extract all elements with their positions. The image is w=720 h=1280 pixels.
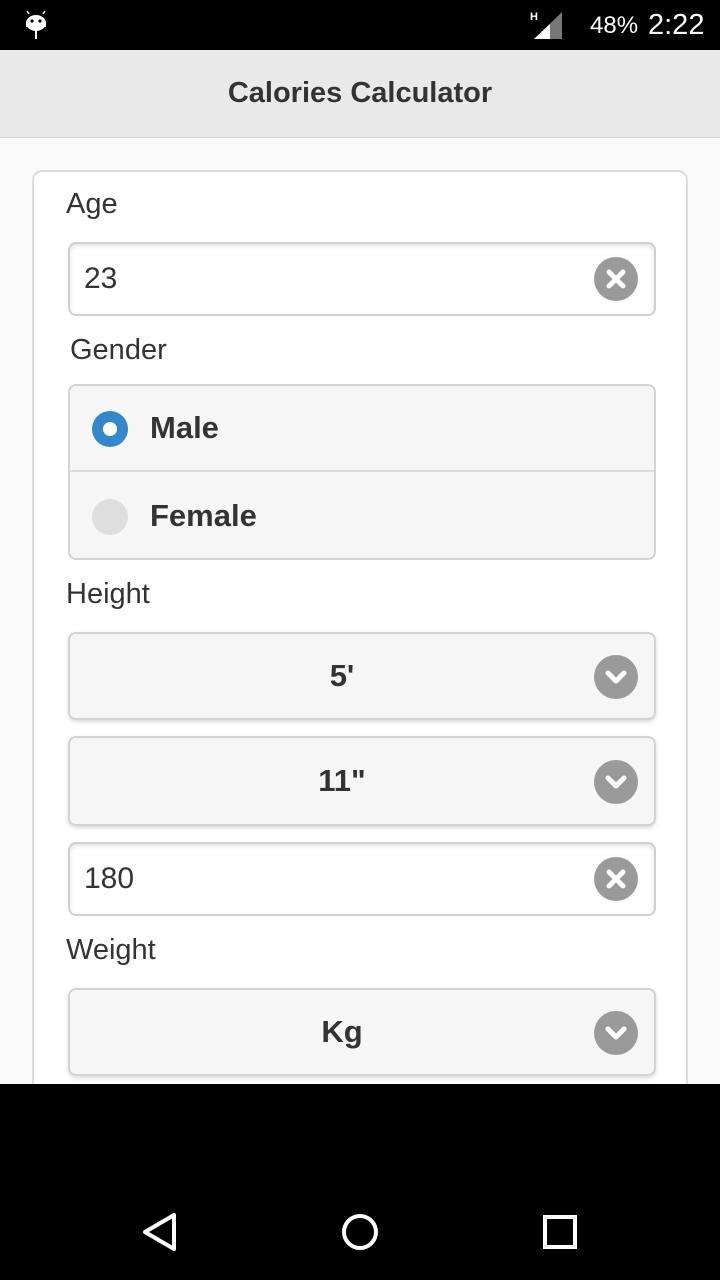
clear-icon[interactable] bbox=[594, 857, 638, 901]
signal-icon: H bbox=[530, 11, 562, 39]
home-icon[interactable] bbox=[338, 1210, 382, 1254]
height-cm-input[interactable] bbox=[70, 844, 570, 914]
android-icon bbox=[26, 10, 46, 39]
height-feet-select[interactable]: 5' bbox=[68, 632, 656, 720]
radio-option-male[interactable]: Male bbox=[70, 386, 654, 472]
app-header: Calories Calculator bbox=[0, 50, 720, 138]
back-icon[interactable] bbox=[138, 1210, 182, 1254]
gender-radio-group: Male Female bbox=[68, 384, 656, 560]
age-field[interactable] bbox=[68, 242, 656, 316]
height-cm-field[interactable] bbox=[68, 842, 656, 916]
clock: 2:22 bbox=[648, 9, 705, 41]
age-input[interactable] bbox=[70, 244, 570, 314]
form-card: Age Gender Male Female Height bbox=[32, 170, 688, 1084]
recents-icon[interactable] bbox=[538, 1210, 582, 1254]
radio-option-female[interactable]: Female bbox=[70, 474, 654, 558]
weight-unit-value: Kg bbox=[321, 1014, 363, 1049]
main-content[interactable]: Age Gender Male Female Height bbox=[0, 138, 720, 1084]
weight-label: Weight bbox=[66, 934, 156, 966]
battery-percent: 48% bbox=[590, 12, 639, 39]
page-title: Calories Calculator bbox=[227, 77, 493, 109]
radio-unchecked-icon[interactable] bbox=[92, 499, 128, 535]
height-label: Height bbox=[66, 578, 150, 610]
status-bar: H 48% 2:22 bbox=[0, 0, 720, 50]
weight-unit-select[interactable]: Kg bbox=[68, 988, 656, 1076]
age-label: Age bbox=[66, 188, 118, 220]
chevron-down-icon bbox=[594, 1011, 638, 1055]
height-feet-value: 5' bbox=[329, 658, 355, 693]
radio-label-female: Female bbox=[150, 498, 257, 533]
height-inches-value: 11" bbox=[318, 763, 366, 798]
clear-icon[interactable] bbox=[594, 257, 638, 301]
radio-checked-icon[interactable] bbox=[92, 411, 128, 447]
gender-label: Gender bbox=[70, 334, 167, 366]
chevron-down-icon bbox=[594, 655, 638, 699]
height-inches-select[interactable]: 11" bbox=[68, 736, 656, 826]
chevron-down-icon bbox=[594, 760, 638, 804]
svg-text:H: H bbox=[530, 11, 538, 23]
radio-label-male: Male bbox=[150, 410, 219, 445]
